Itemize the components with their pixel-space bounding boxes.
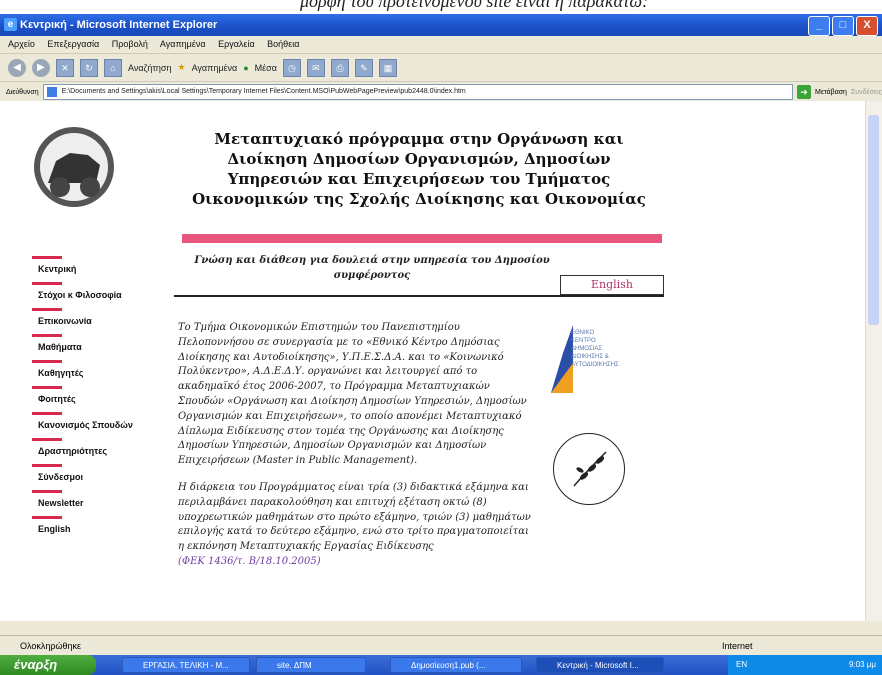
menu-view[interactable]: Προβολή — [112, 39, 148, 49]
menu-edit[interactable]: Επεξεργασία — [47, 39, 99, 49]
menu-file[interactable]: Αρχείο — [8, 39, 35, 49]
forward-icon[interactable]: ▶ — [32, 58, 50, 77]
back-icon[interactable]: ◀ — [8, 58, 26, 77]
favorites-star-icon[interactable]: ★ — [177, 62, 185, 73]
menu-bar: Αρχείο Επεξεργασία Προβολή Αγαπημένα Εργ… — [0, 36, 882, 54]
history-icon[interactable]: ◷ — [282, 58, 301, 77]
page-icon — [46, 87, 57, 97]
nav-item-home[interactable]: Κεντρική — [32, 256, 162, 282]
maximize-button[interactable]: □ — [832, 16, 854, 36]
print-icon[interactable]: ⎙ — [330, 58, 349, 77]
ekdd-logo-text: ΕΘΝΙΚΟ ΚΕΝΤΡΟ ΔΗΜΟΣΙΑΣ ΔΙΟΙΚΗΣΗΣ & ΑΥΤΟΔ… — [571, 330, 619, 368]
document-caption: μορφή του προτεινόμενου site είναι η παρ… — [0, 0, 882, 14]
discuss-icon[interactable]: ▦ — [378, 58, 397, 77]
taskbar-item-word[interactable]: ΕΡΓΑΣΙΑ. ΤΕΛΙΚΗ - M... — [122, 657, 250, 673]
menu-favorites[interactable]: Αγαπημένα — [160, 39, 206, 49]
address-url: E:\Documents and Settings\akis\Local Set… — [61, 88, 466, 95]
nav-item-newsletter[interactable]: Newsletter — [32, 490, 162, 516]
sidebar-nav: Κεντρική Στόχοι κ Φιλοσοφία Επικοινωνία … — [32, 256, 162, 542]
paragraph-duration: Η διάρκεια του Προγράμματος είναι τρία (… — [178, 481, 531, 553]
page-subtitle: Γνώση και διάθεση για δουλειά στην υπηρε… — [194, 255, 550, 281]
nav-item-goals[interactable]: Στόχοι κ Φιλοσοφία — [32, 282, 162, 308]
nav-item-professors[interactable]: Καθηγητές — [32, 360, 162, 386]
nav-item-english[interactable]: English — [32, 516, 162, 542]
window-controls: _ □ X — [808, 16, 878, 36]
close-button[interactable]: X — [856, 16, 878, 36]
taskbar-item-publisher[interactable]: Δημοσίευση1.pub (... — [390, 657, 522, 673]
taskbar: έναρξη ΕΡΓΑΣΙΑ. ΤΕΛΙΚΗ - M... site. ΔΠΜ … — [0, 655, 882, 675]
edit-icon[interactable]: ✎ — [354, 58, 373, 77]
media-icon[interactable]: ● — [243, 63, 248, 73]
title-bar[interactable]: e Κεντρική - Microsoft Internet Explorer… — [0, 14, 882, 36]
page-content: Μεταπτυχιακό πρόγραμμα στην Οργάνωση και… — [0, 101, 866, 621]
search-button[interactable]: Αναζήτηση — [128, 63, 171, 73]
page-title: Μεταπτυχιακό πρόγραμμα στην Οργάνωση και… — [192, 130, 646, 208]
mail-icon[interactable]: ✉ — [306, 58, 325, 77]
horizontal-rule — [174, 295, 664, 297]
favorites-button[interactable]: Αγαπημένα — [192, 63, 238, 73]
english-link[interactable]: English — [560, 275, 664, 295]
window-title: Κεντρική - Microsoft Internet Explorer — [20, 19, 218, 31]
vertical-scrollbar[interactable] — [865, 101, 882, 621]
toolbar: ◀ ▶ ✕ ↻ ⌂ Αναζήτηση ★ Αγαπημένα ● Μέσα ◷… — [0, 54, 882, 82]
reference-link[interactable]: (ΦΕΚ 1436/τ. Β/18.10.2005) — [178, 555, 534, 570]
system-tray: EN 9:03 μμ — [728, 655, 882, 675]
nav-item-contact[interactable]: Επικοινωνία — [32, 308, 162, 334]
status-bar: Ολοκληρώθηκε Internet — [0, 635, 882, 655]
scrollbar-thumb[interactable] — [868, 115, 879, 325]
status-text: Ολοκληρώθηκε — [20, 641, 82, 651]
status-zone: Internet — [722, 641, 753, 651]
ie-icon: e — [4, 18, 17, 31]
language-indicator[interactable]: EN — [736, 660, 747, 669]
media-button[interactable]: Μέσα — [255, 63, 277, 73]
taskbar-item-ie[interactable]: Κεντρική - Microsoft I... — [536, 657, 664, 673]
nav-item-links[interactable]: Σύνδεσμοι — [32, 464, 162, 490]
nav-item-activities[interactable]: Δραστηριότητες — [32, 438, 162, 464]
refresh-icon[interactable]: ↻ — [80, 58, 98, 77]
address-label: Διεύθυνση — [6, 88, 39, 96]
paragraph-intro: Το Τμήμα Οικονομικών Επιστημών του Πανεπ… — [178, 322, 527, 467]
main-text: Το Τμήμα Οικονομικών Επιστημών του Πανεπ… — [178, 321, 534, 570]
links-label[interactable]: Συνδέσεις — [851, 89, 882, 96]
university-logo — [34, 127, 114, 207]
nav-item-courses[interactable]: Μαθήματα — [32, 334, 162, 360]
stop-icon[interactable]: ✕ — [56, 58, 74, 77]
go-button[interactable]: Μετάβαση — [815, 89, 847, 96]
ekdd-logo: ΕΘΝΙΚΟ ΚΕΝΤΡΟ ΔΗΜΟΣΙΑΣ ΔΙΟΙΚΗΣΗΣ & ΑΥΤΟΔ… — [547, 323, 669, 395]
minimize-button[interactable]: _ — [808, 16, 830, 36]
header-divider — [182, 234, 662, 243]
olive-branch-logo — [553, 433, 625, 505]
menu-tools[interactable]: Εργαλεία — [218, 39, 255, 49]
clock: 9:03 μμ — [848, 660, 876, 669]
taskbar-item-folder[interactable]: site. ΔΠΜ — [256, 657, 366, 673]
address-input[interactable]: E:\Documents and Settings\akis\Local Set… — [42, 84, 793, 100]
nav-item-students[interactable]: Φοιτητές — [32, 386, 162, 412]
menu-help[interactable]: Βοήθεια — [267, 39, 299, 49]
address-bar: Διεύθυνση E:\Documents and Settings\akis… — [0, 82, 882, 103]
go-arrow-icon[interactable]: ➜ — [797, 85, 811, 99]
nav-item-regulations[interactable]: Κανονισμός Σπουδών — [32, 412, 162, 438]
home-icon[interactable]: ⌂ — [104, 58, 122, 77]
caption-text: μορφή του προτεινόμενου site είναι η παρ… — [300, 0, 649, 11]
start-button[interactable]: έναρξη — [0, 655, 96, 675]
